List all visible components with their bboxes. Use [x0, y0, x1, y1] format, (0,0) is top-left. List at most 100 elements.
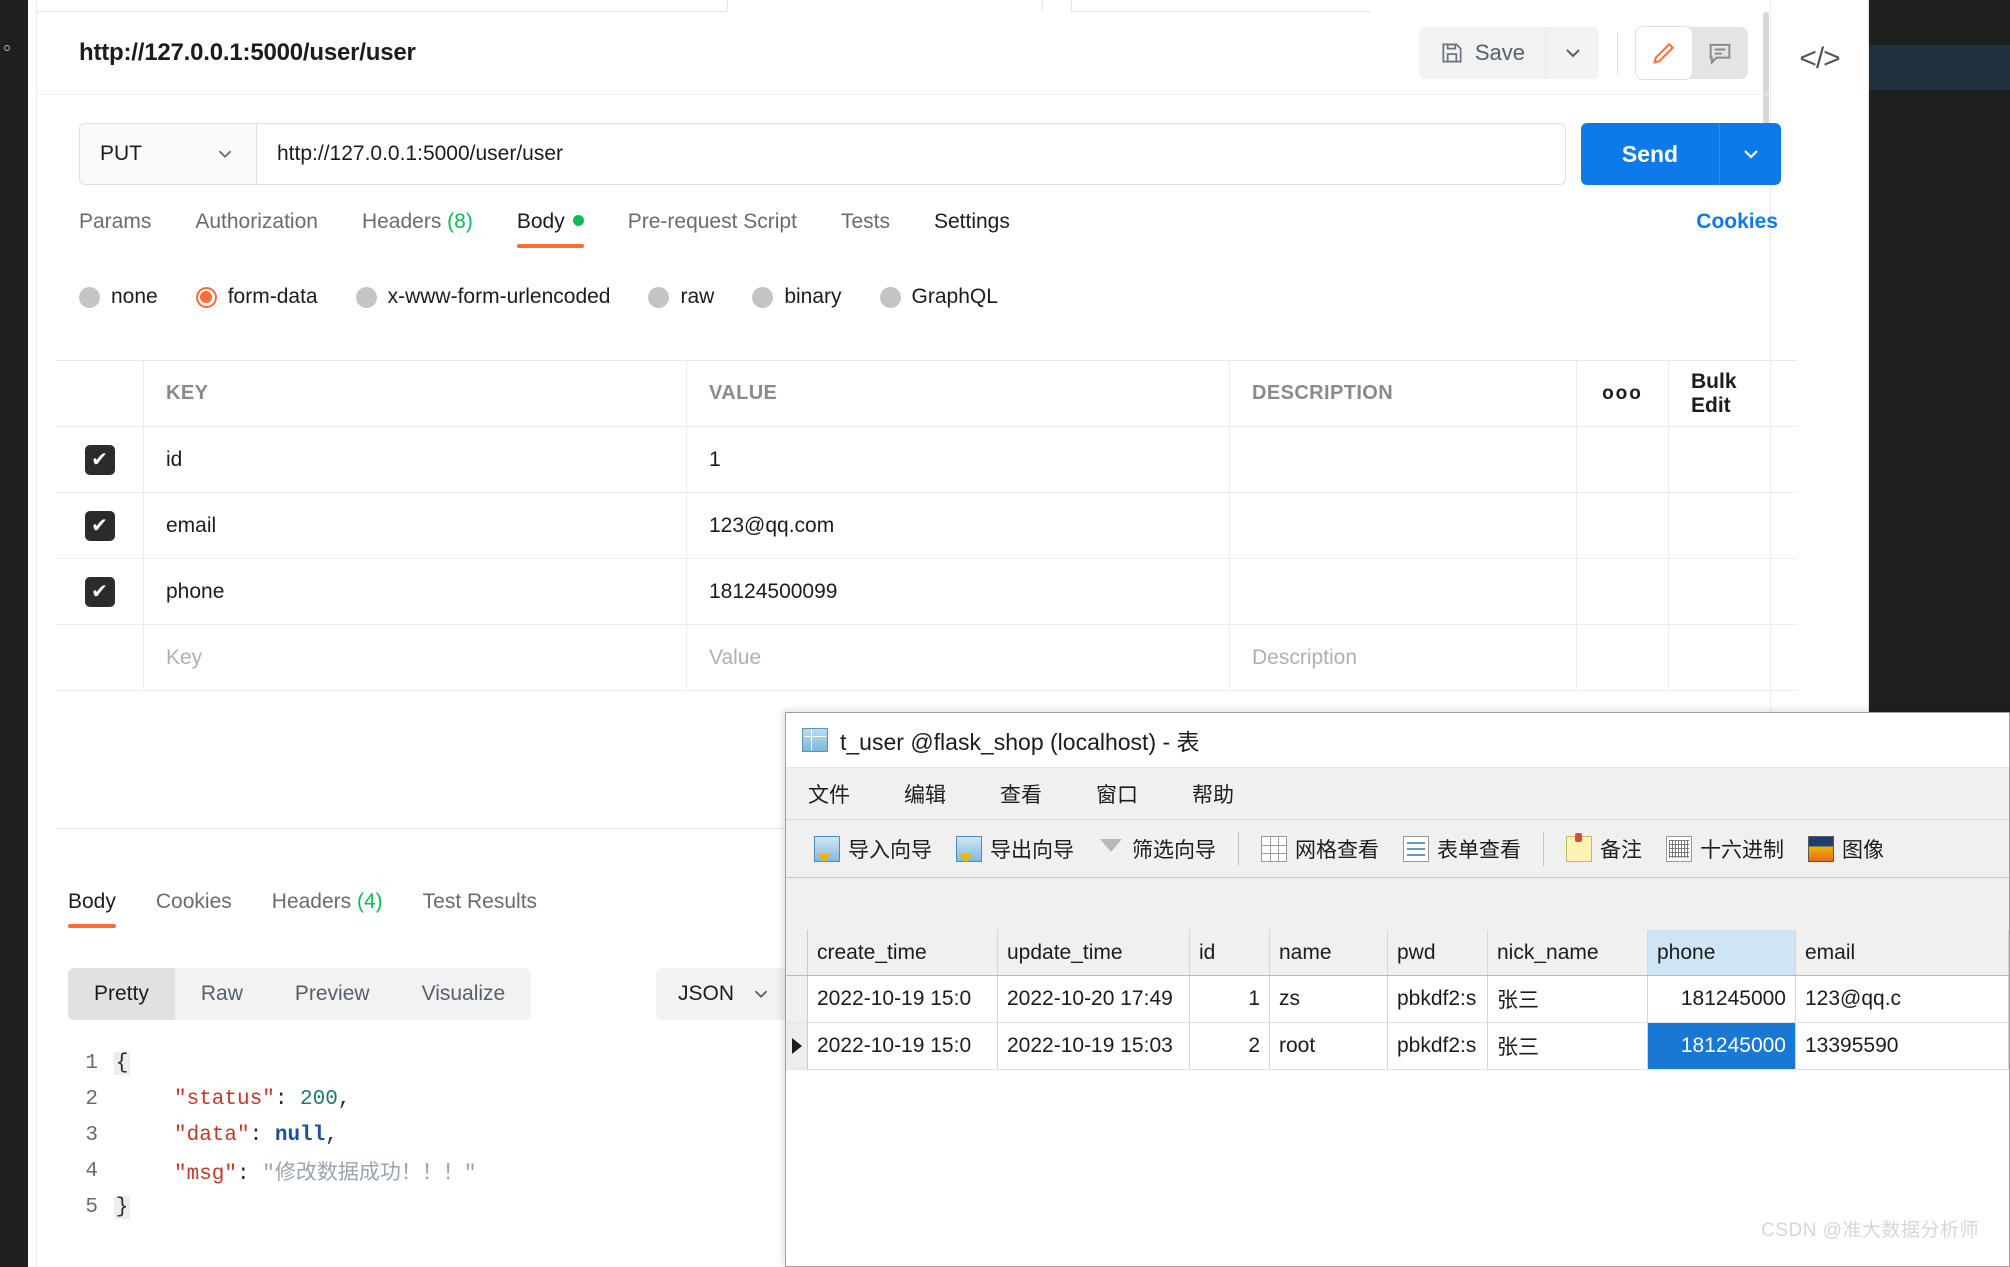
view-mode-group [1636, 27, 1748, 79]
menu-edit[interactable]: 编辑 [904, 779, 946, 809]
code-text: "status": 200, [174, 1087, 351, 1111]
new-row-description-input[interactable]: Description [1230, 625, 1577, 690]
row-checkbox[interactable] [84, 444, 115, 475]
grid-col-name[interactable]: name [1270, 930, 1388, 975]
menu-file[interactable]: 文件 [808, 779, 850, 809]
line-number: 4 [85, 1159, 98, 1183]
row-value[interactable]: 18124500099 [687, 559, 1230, 624]
grid-cell-email[interactable]: 123@qq.c [1796, 976, 2009, 1022]
grid-cell-email[interactable]: 13395590 [1796, 1023, 2009, 1069]
grid-cell-name[interactable]: root [1270, 1023, 1388, 1069]
grid-col-create_time[interactable]: create_time [808, 930, 998, 975]
hex-button[interactable]: 十六进制 [1654, 834, 1796, 864]
view-mode-visualize[interactable]: Visualize [396, 968, 532, 1020]
response-tab-cookies[interactable]: Cookies [156, 890, 232, 928]
grid-col-pwd[interactable]: pwd [1388, 930, 1488, 975]
body-type-none[interactable]: none [79, 285, 158, 309]
header-divider [1617, 32, 1618, 74]
table-row[interactable]: email 123@qq.com [56, 493, 1797, 559]
row-key[interactable]: id [144, 427, 687, 492]
grid-view-button[interactable]: 网格查看 [1249, 834, 1391, 864]
comments-button[interactable] [1692, 27, 1748, 79]
new-row-value-input[interactable]: Value [687, 625, 1230, 690]
menu-window[interactable]: 窗口 [1096, 779, 1138, 809]
grid-cell-create_time[interactable]: 2022-10-19 15:0 [808, 1023, 998, 1069]
tab-body-label: Body [516, 210, 565, 233]
grid-cell-nick_name[interactable]: 张三 [1488, 976, 1648, 1022]
edit-mode-button[interactable] [1636, 27, 1692, 79]
code-snippet-icon[interactable]: </> [1799, 42, 1840, 76]
response-tab-test-results[interactable]: Test Results [423, 890, 537, 928]
new-row-key-input[interactable]: Key [144, 625, 687, 690]
grid-col-update_time[interactable]: update_time [998, 930, 1190, 975]
table-options-button[interactable]: ooo [1577, 361, 1669, 426]
grid-cell-phone[interactable]: 181245000 [1648, 976, 1796, 1022]
tab-settings[interactable]: Settings [934, 210, 1010, 248]
grid-cell-pwd[interactable]: pbkdf2:s [1388, 976, 1488, 1022]
body-type-binary[interactable]: binary [752, 285, 842, 309]
tab-tests[interactable]: Tests [841, 210, 890, 248]
row-checkbox[interactable] [84, 576, 115, 607]
image-button[interactable]: 图像 [1796, 834, 1896, 864]
row-checkbox[interactable] [84, 510, 115, 541]
tab-pre-request-script[interactable]: Pre-request Script [628, 210, 797, 248]
grid-cell-update_time[interactable]: 2022-10-20 17:49 [998, 976, 1190, 1022]
grid-col-email[interactable]: email [1796, 930, 2009, 975]
grid-cell-id[interactable]: 1 [1190, 976, 1270, 1022]
body-type-form-data[interactable]: form-data [195, 285, 318, 309]
response-tab-body[interactable]: Body [68, 890, 116, 928]
body-type-graphql[interactable]: GraphQL [879, 285, 998, 309]
grid-cell-update_time[interactable]: 2022-10-19 15:03 [998, 1023, 1190, 1069]
table-new-row[interactable]: Key Value Description [56, 625, 1797, 691]
tab-headers[interactable]: Headers (8) [362, 210, 473, 248]
row-key[interactable]: phone [144, 559, 687, 624]
row-value[interactable]: 1 [687, 427, 1230, 492]
grid-cell-id[interactable]: 2 [1190, 1023, 1270, 1069]
grid-col-id[interactable]: id [1190, 930, 1270, 975]
tab-authorization[interactable]: Authorization [195, 210, 318, 248]
radio-icon [79, 286, 100, 308]
bulk-edit-button[interactable]: Bulk Edit [1669, 361, 1797, 426]
cookies-link[interactable]: Cookies [1696, 210, 1778, 234]
memo-button[interactable]: 备注 [1554, 832, 1654, 864]
save-options-button[interactable] [1545, 27, 1599, 79]
tab-params[interactable]: Params [79, 210, 151, 248]
response-format-select[interactable]: JSON [656, 968, 795, 1020]
form-view-button[interactable]: 表单查看 [1391, 834, 1533, 864]
grid-cell-name[interactable]: zs [1270, 976, 1388, 1022]
save-button[interactable]: Save [1418, 27, 1545, 79]
grid-cell-phone-selected[interactable]: 181245000 [1648, 1023, 1796, 1069]
tab-body[interactable]: Body [516, 210, 584, 248]
row-description[interactable] [1230, 493, 1577, 558]
table-row[interactable]: phone 18124500099 [56, 559, 1797, 625]
menu-help[interactable]: 帮助 [1192, 779, 1234, 809]
import-wizard-button[interactable]: 导入向导 [802, 834, 944, 864]
grid-col-phone[interactable]: phone [1648, 930, 1796, 975]
request-tab-strip[interactable] [37, 0, 1770, 12]
grid-cell-nick_name[interactable]: 张三 [1488, 1023, 1648, 1069]
table-row[interactable]: id 1 [56, 427, 1797, 493]
row-description[interactable] [1230, 427, 1577, 492]
row-description[interactable] [1230, 559, 1577, 624]
url-input[interactable]: http://127.0.0.1:5000/user/user [257, 123, 1566, 185]
new-row-checkbox-cell [56, 625, 144, 690]
send-button[interactable]: Send [1581, 123, 1719, 185]
grid-col-nick_name[interactable]: nick_name [1488, 930, 1648, 975]
row-value[interactable]: 123@qq.com [687, 493, 1230, 558]
menu-view[interactable]: 查看 [1000, 779, 1042, 809]
grid-row[interactable]: 2022-10-19 15:0 2022-10-19 15:03 2 root … [786, 1023, 2009, 1070]
http-method-select[interactable]: PUT [79, 123, 257, 185]
grid-cell-pwd[interactable]: pbkdf2:s [1388, 1023, 1488, 1069]
grid-cell-create_time[interactable]: 2022-10-19 15:0 [808, 976, 998, 1022]
export-wizard-button[interactable]: 导出向导 [944, 834, 1086, 864]
response-tab-headers[interactable]: Headers (4) [272, 890, 383, 928]
filter-wizard-button[interactable]: 筛选向导 [1086, 834, 1228, 864]
view-mode-raw[interactable]: Raw [175, 968, 269, 1020]
grid-row[interactable]: 2022-10-19 15:0 2022-10-20 17:49 1 zs pb… [786, 976, 2009, 1023]
send-options-button[interactable] [1719, 123, 1781, 185]
row-key[interactable]: email [144, 493, 687, 558]
body-type-urlencoded[interactable]: x-www-form-urlencoded [355, 285, 610, 309]
view-mode-pretty[interactable]: Pretty [68, 968, 175, 1020]
view-mode-preview[interactable]: Preview [269, 968, 396, 1020]
body-type-raw[interactable]: raw [648, 285, 714, 309]
